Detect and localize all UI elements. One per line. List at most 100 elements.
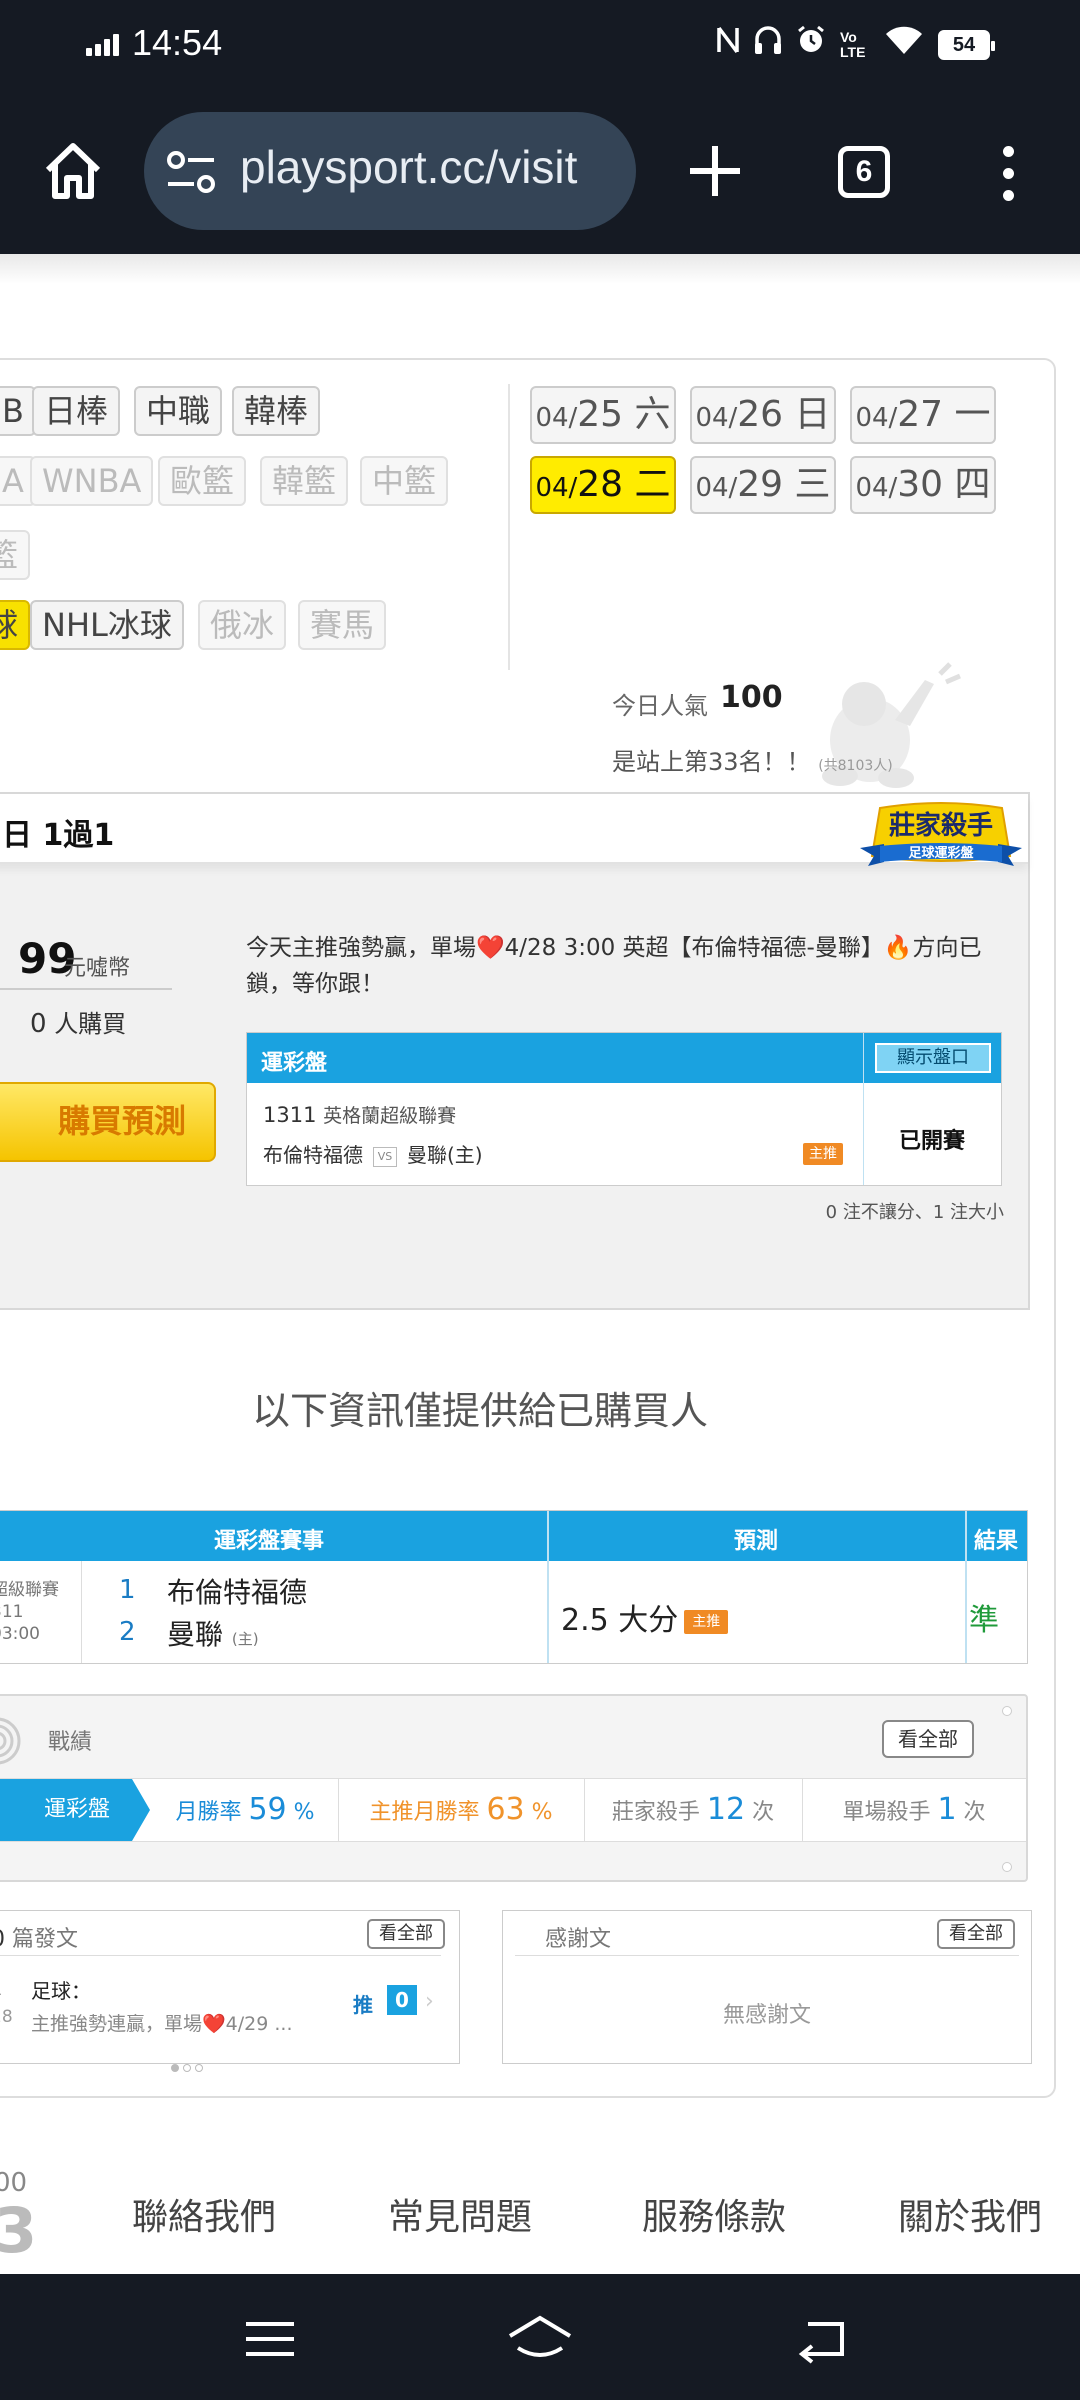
record-stats-bar: 運彩盤 月勝率 59 % 主推月勝率 63 % 莊家殺手 12 次 單場殺手 1… <box>0 1778 1026 1842</box>
footer-link-contact[interactable]: 聯絡我們 <box>132 2188 276 2240</box>
result-value: 準 <box>969 1603 999 1638</box>
post-excerpt[interactable]: 主推強勢連贏，單場❤️4/29 ... <box>31 2009 292 2036</box>
thanks-view-all-button[interactable]: 看全部 <box>937 1919 1015 1949</box>
posts-view-all-button[interactable]: 看全部 <box>367 1919 445 1949</box>
sport-tag: 賽馬 <box>298 600 387 650</box>
signal-icon <box>86 30 122 56</box>
team-number: 1 <box>119 1575 136 1605</box>
carousel-dots <box>171 2057 207 2076</box>
posts-panel: 0 篇發文 看全部 428 足球： 主推強勢連贏，單場❤️4/29 ... 推 … <box>0 1910 460 2072</box>
date-button[interactable]: 04/25 六 <box>530 386 676 444</box>
post-date: 428 <box>0 1983 13 2027</box>
status-bar: 14:54 Vo LTE 54 <box>0 0 1080 88</box>
prediction-value: 2.5 大分 主推 <box>561 1595 729 1639</box>
price-unit: 元噓幣 <box>64 956 131 981</box>
volte-icon: Vo LTE <box>840 29 866 60</box>
browser-toolbar: playsport.cc/visit 6 <box>0 88 1080 254</box>
show-odds-button[interactable]: 顯示盤口 <box>875 1043 991 1073</box>
header-result: 結果 <box>973 1529 1018 1554</box>
sport-tag[interactable]: 韓棒 <box>232 386 321 436</box>
posts-title: 0 篇發文 <box>0 1927 79 1952</box>
team-name: 曼聯 (主) <box>167 1618 259 1651</box>
url-text[interactable]: playsport.cc/visit <box>240 140 577 194</box>
game-status: 已開賽 <box>898 1129 965 1154</box>
footer-counter: 00 3 <box>0 2168 38 2267</box>
date-button[interactable]: 04/26 日 <box>690 386 836 444</box>
odds-table-title: 運彩盤 <box>261 1051 328 1076</box>
record-panel: 戰績 看全部 運彩盤 月勝率 59 % 主推月勝率 63 % 莊家殺手 12 次… <box>0 1694 1028 1882</box>
tab-switcher-button[interactable]: 6 <box>838 146 890 198</box>
svg-text:足球運彩盤: 足球運彩盤 <box>908 845 974 861</box>
sport-tag: WNBA <box>30 456 154 506</box>
site-settings-icon[interactable] <box>166 148 216 196</box>
nfc-icon <box>716 24 740 66</box>
system-nav-bar <box>0 2274 1080 2400</box>
date-button[interactable]: 04/27 一 <box>850 386 996 444</box>
svg-text:莊家殺手: 莊家殺手 <box>889 810 993 841</box>
banker-killer-badge: 莊家殺手 足球運彩盤 <box>860 802 1022 866</box>
plus-icon <box>690 146 740 196</box>
sport-tag[interactable]: NHL冰球 <box>30 600 184 650</box>
footer-link-about[interactable]: 關於我們 <box>898 2188 1042 2240</box>
main-pick-tag: 主推 <box>803 1143 843 1165</box>
sport-tag[interactable]: 日棒 <box>32 386 121 436</box>
address-bar[interactable]: playsport.cc/visit <box>144 112 636 230</box>
record-view-all-button[interactable]: 看全部 <box>882 1720 974 1758</box>
stat-banker-killer: 莊家殺手 12 次 <box>611 1792 775 1827</box>
home-button[interactable] <box>38 136 108 206</box>
chevron-right-icon[interactable]: › <box>425 1989 434 2014</box>
record-spiral-icon <box>0 1717 21 1765</box>
stat-monthly-win-rate: 月勝率 59 % <box>175 1792 315 1827</box>
new-tab-button[interactable] <box>684 140 746 202</box>
stat-single-killer: 單場殺手 1 次 <box>842 1792 986 1827</box>
back-icon[interactable] <box>794 2314 854 2364</box>
lottery-odds-table: 運彩盤 顯示盤口 1311 英格蘭超級聯賽 布倫特福德 VS 曼聯(主) 主推 已開… <box>246 1032 1002 1186</box>
buyers-only-notice: 以下資訊僅提供給已購買人 <box>251 1389 708 1433</box>
game-teams: 布倫特福德 VS 曼聯(主) <box>263 1143 483 1167</box>
no-thanks-message: 無感謝文 <box>722 2003 811 2028</box>
sport-tag-active[interactable]: 球 <box>0 600 31 650</box>
popularity-label: 今日人氣 <box>612 692 708 720</box>
header-prediction: 預測 <box>733 1529 778 1554</box>
push-label: 推 <box>353 1993 373 2017</box>
popularity-value: 100 <box>720 680 783 715</box>
sport-tag: 俄冰 <box>198 600 287 650</box>
sport-tag: 歐籃 <box>158 456 247 506</box>
team-name: 布倫特福德 <box>167 1576 308 1609</box>
header-game: 運彩盤賽事 <box>213 1529 324 1554</box>
clock: 14:54 <box>132 22 223 63</box>
headphones-icon <box>754 25 782 65</box>
league-info: 超級聯賽 311 03:00 <box>0 1580 59 1644</box>
stat-main-pick-win-rate: 主推月勝率 63 % <box>369 1792 553 1827</box>
date-button[interactable]: 04/30 四 <box>850 456 996 514</box>
sport-tag[interactable]: B <box>0 386 36 436</box>
alarm-icon <box>796 25 826 65</box>
footer-link-faq[interactable]: 常見問題 <box>388 2188 532 2240</box>
footer-link-terms[interactable]: 服務條款 <box>642 2188 786 2240</box>
buy-prediction-button[interactable]: 購買預測 <box>0 1082 216 1162</box>
record-tab-lottery[interactable]: 運彩盤 <box>0 1779 132 1841</box>
home-nav-icon[interactable] <box>504 2314 576 2364</box>
thanks-panel: 感謝文 看全部 無感謝文 <box>502 1910 1032 2064</box>
bets-summary: 0 注不讓分、1 注大小 <box>825 1202 1004 1223</box>
result-table: 運彩盤賽事 預測 結果 超級聯賽 311 03:00 1 布倫特福德 2 曼聯 … <box>0 1510 1028 1664</box>
thanks-title: 感謝文 <box>545 1927 612 1952</box>
recents-menu-icon[interactable] <box>240 2314 300 2364</box>
post-category[interactable]: 足球： <box>31 1975 91 2004</box>
sport-tag[interactable]: 中職 <box>134 386 223 436</box>
push-count: 0 <box>387 1985 417 2015</box>
date-button[interactable]: 04/29 三 <box>690 456 836 514</box>
popularity-rank: 是站上第33名！！ (共8103人) <box>612 748 893 776</box>
team-number: 2 <box>119 1617 136 1647</box>
sport-tag: 籃 <box>0 530 31 580</box>
prediction-description: 今天主推強勢贏，單場❤️4/28 3:00 英超【布倫特福德-曼聯】🔥方向已鎖，… <box>246 935 982 997</box>
sport-tag: 中籃 <box>360 456 449 506</box>
prediction-title: 日 1過1 <box>2 818 115 853</box>
home-icon <box>45 143 101 199</box>
date-button-active[interactable]: 04/28 二 <box>530 456 676 514</box>
more-menu-button[interactable] <box>996 146 1020 202</box>
game-info: 1311 英格蘭超級聯賽 <box>263 1103 457 1127</box>
battery-indicator: 54 <box>938 30 995 60</box>
wifi-icon <box>884 24 924 66</box>
sport-tag: 韓籃 <box>260 456 349 506</box>
